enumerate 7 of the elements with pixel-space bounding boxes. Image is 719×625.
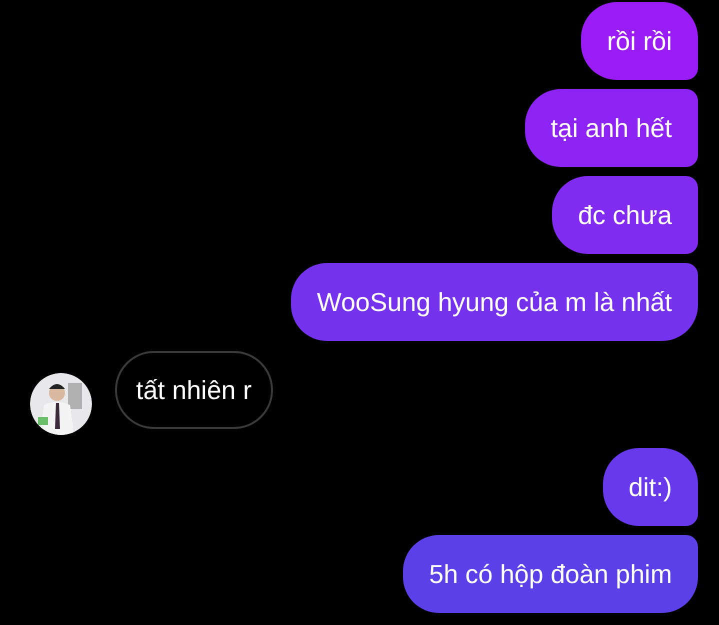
received-message: tất nhiên r bbox=[115, 351, 273, 429]
sent-message: rồi rồi bbox=[580, 2, 698, 80]
sent-message: WooSung hyung của m là nhất bbox=[290, 263, 698, 341]
sent-message: dit:) bbox=[602, 448, 698, 526]
sent-message: 5h có hộp đoàn phim bbox=[403, 535, 698, 613]
sent-message: tại anh hết bbox=[524, 89, 698, 167]
sent-message: đc chưa bbox=[552, 176, 698, 254]
